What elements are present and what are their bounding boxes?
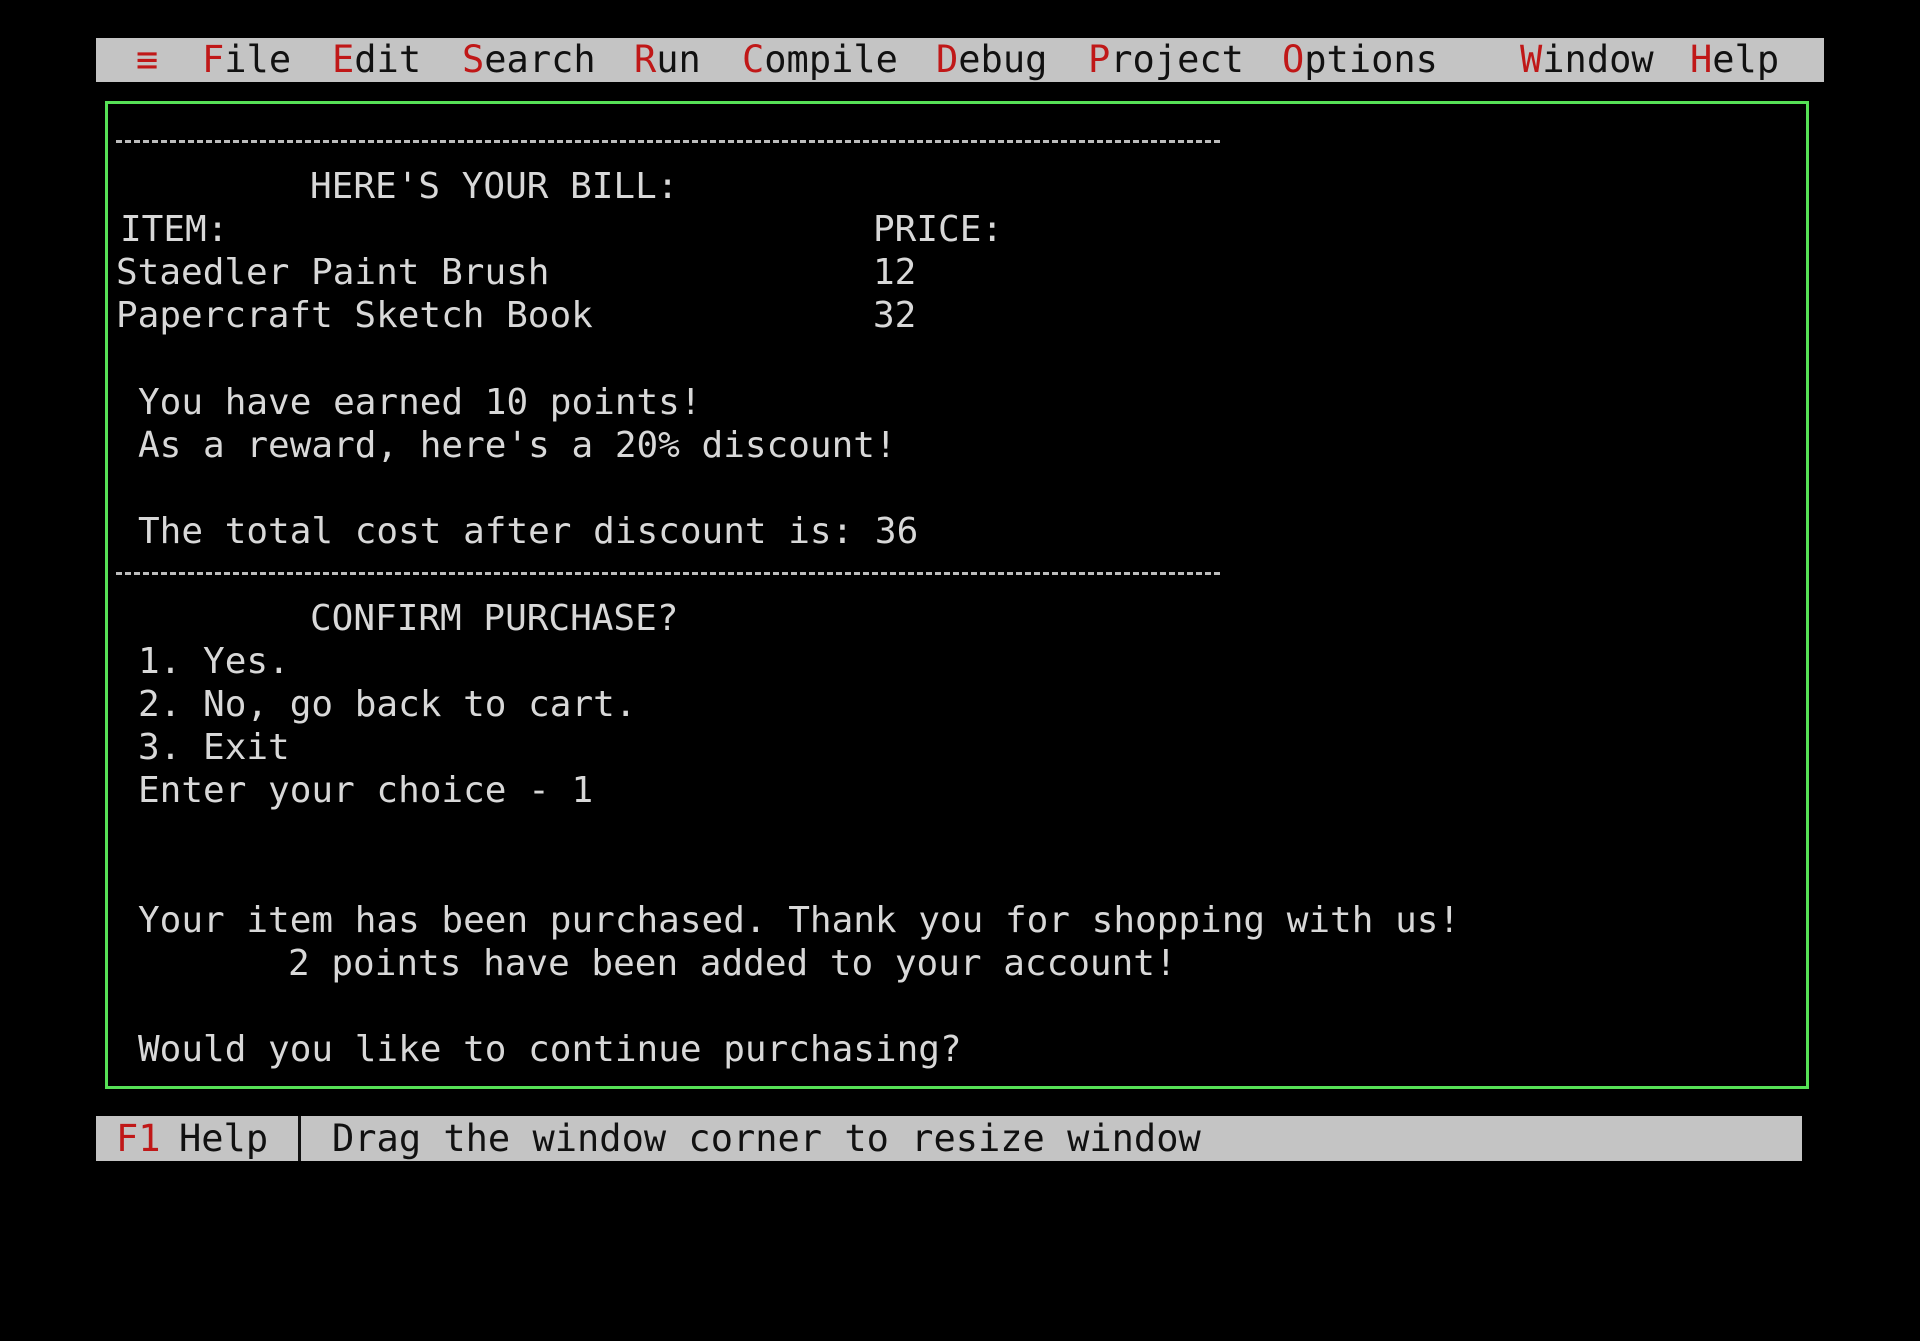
menu-compile-label: ompile [764,38,898,81]
menu-project-label: roject [1110,38,1244,81]
status-hint-text: Drag the window corner to resize window [332,1117,1201,1160]
menu-edit-hotkey: E [332,38,355,81]
menu-compile-hotkey: C [742,38,765,81]
purchase-confirmation-message: Your item has been purchased. Thank you … [138,900,1461,941]
menu-run-label: un [656,38,701,81]
bill-heading: HERE'S YOUR BILL: [310,166,679,207]
menu-compile[interactable]: Compile [742,38,898,82]
menu-search-label: earch [484,38,596,81]
menu-search-hotkey: S [462,38,485,81]
bill-item-price: 32 [873,295,917,336]
menu-window-label: indow [1542,38,1654,81]
menu-window-hotkey: W [1520,38,1543,81]
option-yes: 1. Yes. [138,641,290,682]
option-back-to-cart: 2. No, go back to cart. [138,684,637,725]
menu-edit[interactable]: Edit [332,38,421,82]
menu-run-hotkey: R [634,38,657,81]
status-bar: F1 Help Drag the window corner to resize… [96,1116,1802,1161]
price-column-header: PRICE: [873,209,1004,250]
menu-bar: ≡ File Edit Search Run Compile Debug Pro… [96,38,1824,82]
bill-item-name: Papercraft Sketch Book [116,295,593,336]
menu-window[interactable]: Window [1520,38,1654,82]
item-column-header: ITEM: [120,209,229,250]
help-hint-label[interactable]: Help [179,1116,268,1161]
menu-help-hotkey: H [1690,38,1713,81]
separator-line-middle [116,572,1220,575]
menu-search[interactable]: Search [462,38,596,82]
menu-run[interactable]: Run [634,38,701,82]
menu-help-label: elp [1712,38,1780,81]
menu-debug[interactable]: Debug [936,38,1047,82]
choice-prompt: Enter your choice - 1 [138,770,594,811]
menu-options[interactable]: Options [1282,38,1438,82]
option-exit: 3. Exit [138,727,290,768]
menu-edit-label: dit [354,38,422,81]
bill-item-price: 12 [873,252,917,293]
menu-file-label: ile [224,38,292,81]
menu-options-label: ptions [1304,38,1438,81]
menu-debug-label: ebug [958,38,1048,81]
system-menu-icon[interactable]: ≡ [136,38,158,82]
menu-debug-hotkey: D [936,38,959,81]
points-earned-message: You have earned 10 points! [138,382,702,423]
discount-message: As a reward, here's a 20% discount! [138,425,897,466]
menu-help[interactable]: Help [1690,38,1779,82]
continue-prompt: Would you like to continue purchasing? [138,1029,962,1070]
confirm-heading: CONFIRM PURCHASE? [310,598,679,639]
points-added-message: 2 points have been added to your account… [288,943,1177,984]
menu-options-hotkey: O [1282,38,1305,81]
menu-project-hotkey: P [1088,38,1111,81]
menu-file-hotkey: F [202,38,225,81]
total-cost-message: The total cost after discount is: 36 [138,511,919,552]
menu-file[interactable]: File [202,38,291,82]
separator-line-top [116,140,1220,143]
bill-item-name: Staedler Paint Brush [116,252,550,293]
f1-key[interactable]: F1 [116,1116,161,1161]
status-separator [298,1116,301,1161]
menu-project[interactable]: Project [1088,38,1244,82]
